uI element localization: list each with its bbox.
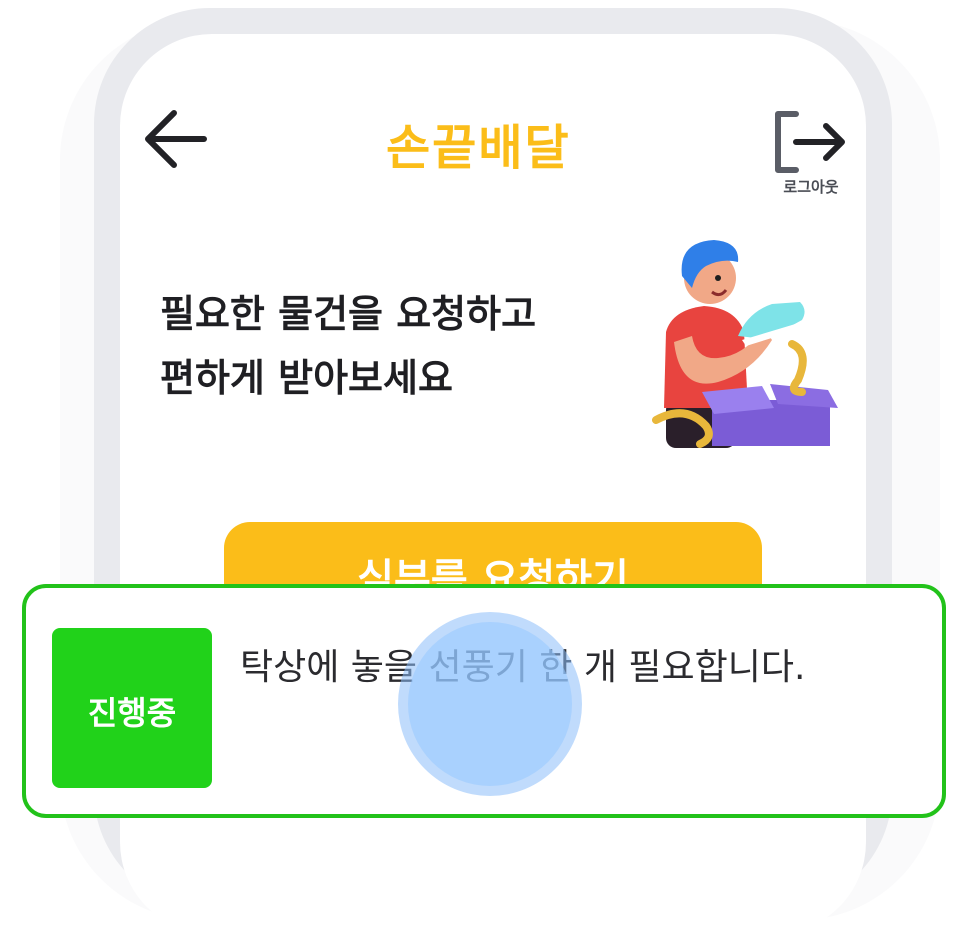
logout-button[interactable]: 로그아웃 xyxy=(766,108,856,204)
logout-label: 로그아웃 xyxy=(783,178,839,196)
touch-indicator xyxy=(398,612,582,796)
arrow-left-icon xyxy=(145,110,207,168)
status-badge: 진행중 xyxy=(52,628,212,788)
status-badge-label: 진행중 xyxy=(87,694,177,732)
person-with-shoe-and-box-illustration xyxy=(652,240,838,448)
touch-indicator-inner xyxy=(408,622,572,786)
app-title: 손끝배달 xyxy=(386,120,571,176)
logout-icon xyxy=(775,111,845,173)
hero-line-1: 필요한 물건을 요청하고 xyxy=(160,292,537,336)
request-message: 탁상에 놓을 선풍기 한 개 필요합니다. xyxy=(240,647,806,688)
back-button[interactable] xyxy=(140,104,210,174)
hero-line-2: 편하게 받아보세요 xyxy=(160,356,453,400)
hero-heading: 필요한 물건을 요청하고 편하게 받아보세요 xyxy=(160,282,640,410)
